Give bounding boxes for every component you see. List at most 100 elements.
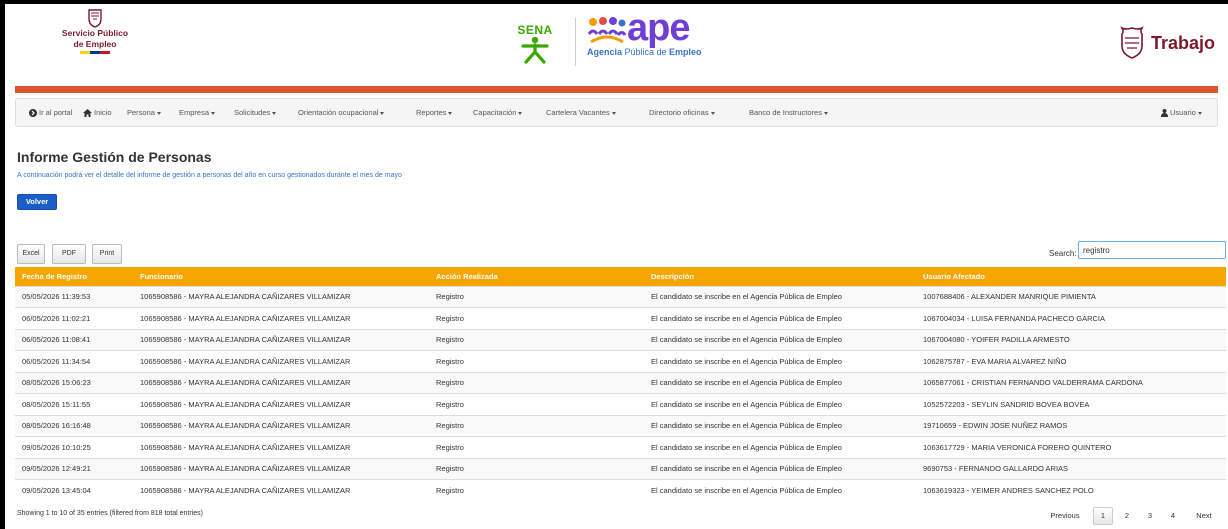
- app-window: Servicio Público de Empleo SENA ape Agen…: [5, 4, 1228, 529]
- pagination-previous[interactable]: Previous: [1045, 507, 1085, 525]
- sena-figure-icon: [521, 36, 549, 64]
- colombia-seal-icon: [88, 9, 102, 28]
- table-row: 06/05/2026 11:02:21 1065908586 - MAYRA A…: [15, 307, 1226, 329]
- nav-solicitudes-label: Solicitudes: [234, 108, 271, 117]
- cell-fecha: 06/05/2026 11:08:41: [15, 328, 133, 351]
- cell-accion: Registro: [429, 307, 644, 329]
- page-description: A continuación podrá ver el detalle del …: [17, 172, 402, 179]
- ape-sub-suffix: Empleo: [669, 47, 702, 57]
- table-row: 09/05/2026 12:49:21 1065908586 - MAYRA A…: [15, 457, 1226, 480]
- cell-fecha: 08/05/2026 15:06:23: [15, 371, 133, 394]
- nav-cartelera[interactable]: Cartelera Vacantes: [546, 99, 616, 126]
- cell-usuario: 1062875787 - EVA MARIA ALVAREZ NIÑO: [916, 350, 1226, 372]
- home-icon: [83, 109, 92, 118]
- cell-accion: Registro: [429, 371, 644, 394]
- page-title: Informe Gestión de Personas: [17, 149, 212, 165]
- nav-orientacion[interactable]: Orientación ocupacional: [298, 99, 385, 126]
- column-header-usuario[interactable]: Usuario Afectado: [916, 267, 1226, 286]
- pagination-next[interactable]: Next: [1189, 507, 1219, 525]
- spe-text-line1: Servicio Público: [61, 28, 129, 38]
- table-row: 06/05/2026 11:08:41 1065908586 - MAYRA A…: [15, 328, 1226, 351]
- cell-funcionario: 1065908586 - MAYRA ALEJANDRA CAÑIZARES V…: [133, 436, 429, 458]
- cell-usuario: 1067004034 - LUISA FERNANDA PACHECO GARC…: [916, 307, 1226, 329]
- ape-subtitle: Agencia Pública de Empleo: [587, 47, 737, 57]
- column-header-descripcion[interactable]: Descripción: [644, 267, 916, 286]
- pagination-page-2[interactable]: 2: [1117, 507, 1137, 525]
- pagination-page-1[interactable]: 1: [1093, 507, 1113, 525]
- nav-persona[interactable]: Persona: [127, 99, 161, 126]
- chevron-down-icon: [710, 111, 715, 115]
- table-info: Showing 1 to 10 of 35 entries (filtered …: [17, 510, 203, 517]
- cell-accion: Registro: [429, 350, 644, 372]
- chevron-down-icon: [518, 111, 523, 115]
- cell-usuario: 1063617729 - MARIA VERONICA FORERO QUINT…: [916, 436, 1226, 458]
- search-input[interactable]: [1078, 241, 1226, 259]
- pdf-export-button[interactable]: PDF: [52, 244, 86, 264]
- nav-empresa[interactable]: Empresa: [179, 99, 216, 126]
- cell-funcionario: 1065908586 - MAYRA ALEJANDRA CAÑIZARES V…: [133, 328, 429, 351]
- nav-directorio[interactable]: Directorio oficinas: [649, 99, 715, 126]
- sena-text: SENA: [517, 23, 553, 37]
- ape-text: ape: [627, 7, 690, 49]
- cell-accion: Registro: [429, 285, 644, 308]
- nav-usuario-label: Usuario: [1170, 108, 1196, 117]
- cell-accion: Registro: [429, 328, 644, 351]
- nav-empresa-label: Empresa: [179, 108, 210, 117]
- cell-descripcion: El candidato se inscribe en el Agencia P…: [644, 393, 916, 415]
- cell-fecha: 09/05/2026 12:49:21: [15, 457, 133, 480]
- cell-funcionario: 1065908586 - MAYRA ALEJANDRA CAÑIZARES V…: [133, 371, 429, 394]
- nav-inicio-label: Inicio: [94, 108, 112, 117]
- header-accent-bar: [15, 86, 1218, 93]
- cell-descripcion: El candidato se inscribe en el Agencia P…: [644, 436, 916, 458]
- chevron-down-icon: [211, 111, 216, 115]
- print-button[interactable]: Print: [92, 244, 122, 264]
- trabajo-logo[interactable]: Trabajo: [1117, 26, 1215, 60]
- ape-sub-middle: Pública de: [622, 47, 670, 57]
- cell-descripcion: El candidato se inscribe en el Agencia P…: [644, 307, 916, 329]
- pagination-page-3[interactable]: 3: [1140, 507, 1160, 525]
- cell-descripcion: El candidato se inscribe en el Agencia P…: [644, 371, 916, 394]
- chevron-down-icon: [611, 111, 616, 115]
- table-row: 08/05/2026 15:06:23 1065908586 - MAYRA A…: [15, 371, 1226, 394]
- nav-orientacion-label: Orientación ocupacional: [298, 108, 379, 117]
- nav-ir-portal-label: Ir al portal: [39, 108, 73, 117]
- excel-export-button[interactable]: Excel: [17, 244, 45, 264]
- cell-usuario: 1052572203 - SEYLIN SANDRID BOVEA BOVEA: [916, 393, 1226, 415]
- nav-ir-portal[interactable]: Ir al portal: [29, 99, 72, 126]
- chevron-down-icon: [448, 111, 453, 115]
- ape-sub-prefix: Agencia: [587, 47, 623, 57]
- sena-logo[interactable]: SENA: [505, 24, 565, 66]
- nav-inicio[interactable]: Inicio: [83, 99, 112, 126]
- cell-fecha: 06/05/2026 11:34:54: [15, 350, 133, 372]
- nav-solicitudes[interactable]: Solicitudes: [234, 99, 277, 126]
- cell-accion: Registro: [429, 479, 644, 501]
- nav-capacitacion[interactable]: Capacitación: [473, 99, 523, 126]
- nav-usuario[interactable]: Usuario: [1161, 99, 1202, 126]
- cell-accion: Registro: [429, 457, 644, 480]
- cell-funcionario: 1065908586 - MAYRA ALEJANDRA CAÑIZARES V…: [133, 414, 429, 437]
- chevron-down-icon: [823, 111, 828, 115]
- pagination-page-4[interactable]: 4: [1163, 507, 1183, 525]
- cell-usuario: 1065877061 - CRISTIAN FERNANDO VALDERRAM…: [916, 371, 1226, 394]
- column-header-funcionario[interactable]: Funcionario: [133, 267, 429, 286]
- cell-accion: Registro: [429, 436, 644, 458]
- cell-usuario: 1007688406 - ALEXANDER MANRIQUE PIMIENTA: [916, 285, 1226, 308]
- cell-descripcion: El candidato se inscribe en el Agencia P…: [644, 328, 916, 351]
- volver-button[interactable]: Volver: [17, 194, 57, 210]
- ape-logo[interactable]: ape Agencia Pública de Empleo: [587, 7, 737, 57]
- cell-funcionario: 1065908586 - MAYRA ALEJANDRA CAÑIZARES V…: [133, 350, 429, 372]
- cell-fecha: 09/05/2026 13:45:04: [15, 479, 133, 501]
- nav-banco[interactable]: Banco de Instructores: [749, 99, 828, 126]
- cell-accion: Registro: [429, 393, 644, 415]
- column-header-accion[interactable]: Acción Realizada: [429, 267, 644, 286]
- column-header-fecha[interactable]: Fecha de Registro: [15, 267, 133, 286]
- cell-fecha: 08/05/2026 16:16:48: [15, 414, 133, 437]
- cell-funcionario: 1065908586 - MAYRA ALEJANDRA CAÑIZARES V…: [133, 457, 429, 480]
- site-header: Servicio Público de Empleo SENA ape Agen…: [5, 4, 1228, 86]
- cell-fecha: 08/05/2026 15:11:55: [15, 393, 133, 415]
- spe-logo[interactable]: Servicio Público de Empleo: [55, 8, 135, 54]
- nav-reportes[interactable]: Reportes: [416, 99, 453, 126]
- cell-fecha: 09/05/2026 10:10:25: [15, 436, 133, 458]
- table-row: 09/05/2026 10:10:25 1065908586 - MAYRA A…: [15, 436, 1226, 458]
- table-header-row: Fecha de Registro Funcionario Acción Rea…: [15, 267, 1226, 286]
